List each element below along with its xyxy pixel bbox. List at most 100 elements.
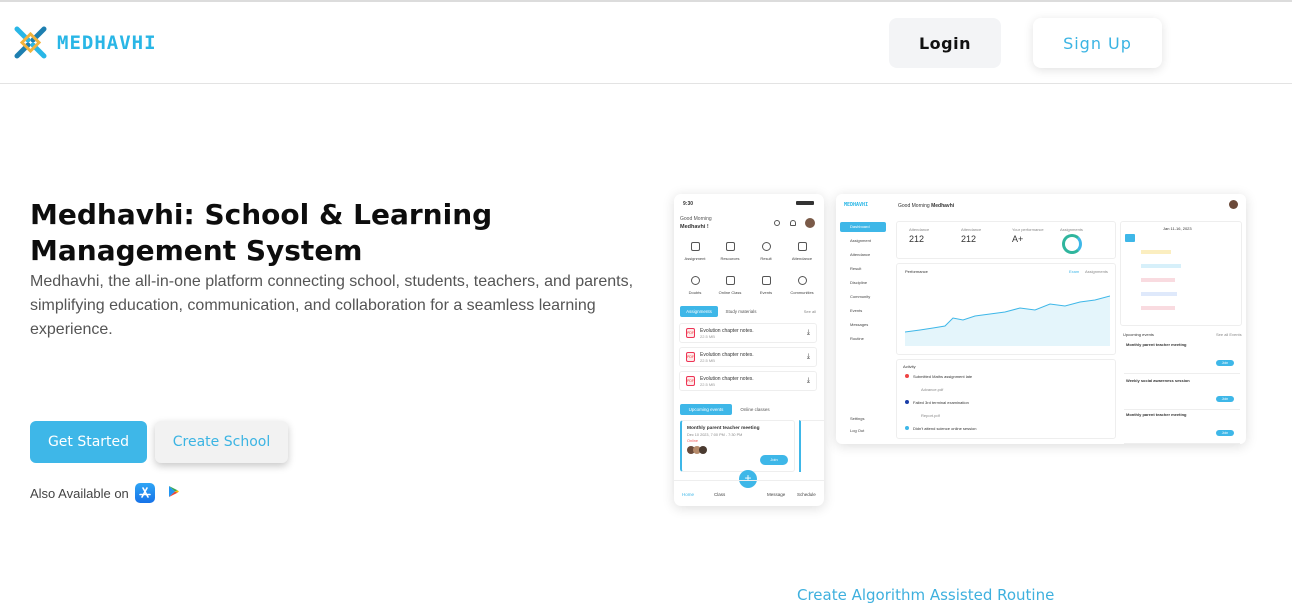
avatar[interactable] [1229,200,1238,209]
sidebar-item-community[interactable]: Community [840,292,886,302]
stat-value: 212 [961,234,977,244]
calendar-entry[interactable] [1141,264,1181,268]
join-button[interactable]: Join [1216,360,1234,366]
calendar-day-selected[interactable] [1125,234,1135,242]
nav-class[interactable]: Class [714,492,725,497]
grid-label: Result [760,256,772,261]
download-icon[interactable]: ⤓ [807,329,810,337]
hero-title: Medhavhi: School & Learning Management S… [30,198,493,267]
search-icon[interactable] [774,220,780,226]
events-icon[interactable] [762,276,771,285]
dashboard-brand: MEDHAVHI [844,202,869,208]
join-button[interactable]: Join [1216,430,1234,436]
list-item[interactable]: PDF Evolution chapter notes. 22.5 MB ⤓ [679,347,817,367]
calendar-card: Jan 11-16, 2023 [1120,221,1242,326]
join-button[interactable]: Join [760,455,788,465]
nav-home[interactable]: Home [682,492,694,497]
play-store-icon[interactable] [167,485,180,501]
download-icon[interactable]: ⤓ [807,353,810,361]
online-class-icon[interactable] [726,276,735,285]
app-store-icon[interactable] [134,483,155,503]
sidebar-item-assignment[interactable]: Assignment [840,236,886,246]
tab-upcoming-events[interactable]: Upcoming events [680,404,732,415]
sidebar-item-dashboard[interactable]: Dashboard [840,222,886,232]
mobile-app-preview: 9:30 Good Morning Medhavhi ! Assignment … [674,194,824,506]
event-mode: Online [687,439,698,443]
join-button[interactable]: Join [1216,396,1234,402]
grid-label: Resources [720,256,740,261]
calendar-entry[interactable] [1141,250,1171,254]
list-item[interactable]: PDF Evolution chapter notes. 22.5 MB ⤓ [679,323,817,343]
see-all-events-link[interactable]: See all Events [1216,332,1242,337]
performance-line-chart [905,295,1110,346]
list-item[interactable]: PDF Evolution chapter notes. 22.5 MB ⤓ [679,371,817,391]
doubts-icon[interactable] [691,276,700,285]
sidebar-item-attendance[interactable]: Attendance [840,250,886,260]
grid-label: Events [759,290,773,295]
available-label: Also Available on [30,485,129,501]
activity-file[interactable]: Advance.pdf [921,387,943,392]
activity-title: Didn't attend science online session [913,426,977,431]
brand-logo[interactable]: MEDHAVHI [14,26,157,59]
event-title: Monthly parent teacher meeting [1126,412,1187,417]
event-item[interactable]: Monthly parent teacher meeting Join [1124,342,1240,374]
status-dot [905,400,909,404]
avatar[interactable] [805,218,815,228]
nav-message[interactable]: Message [767,492,785,497]
tab-online-classes[interactable]: Online classes [734,404,776,415]
grid-label: Assignment [684,256,706,261]
signup-button[interactable]: Sign Up [1033,18,1162,68]
activity-file[interactable]: Report.pdf [921,413,940,418]
file-size: 22.5 MB [700,333,715,339]
event-card-partial [799,420,824,472]
sidebar-item-events[interactable]: Events [840,306,886,316]
assignments-donut [1062,234,1082,254]
brand-name: MEDHAVHI [57,31,157,54]
routine-link[interactable]: Create Algorithm Assisted Routine [797,586,1054,604]
tab-assignments[interactable]: Assignments [680,306,718,317]
assignment-icon[interactable] [691,242,700,251]
stat-value: 212 [909,234,925,244]
calendar-entry[interactable] [1141,292,1177,296]
sidebar-item-messages[interactable]: Messages [840,320,886,330]
grid-label: Communities [790,290,814,295]
tab-study-materials[interactable]: Study materials [720,306,762,317]
calendar-entry[interactable] [1141,278,1175,282]
grid-label: Attendance [791,256,813,261]
phone-time: 9:30 [683,201,694,207]
sidebar-item-routine[interactable]: Routine [840,334,886,344]
stat-label: Attendance [909,227,930,232]
login-button[interactable]: Login [889,18,1001,68]
stat-label: Your performance [1012,227,1044,232]
sidebar-item-settings[interactable]: Settings [840,414,886,424]
grid-label: Online Class [718,290,742,295]
event-item[interactable]: Monthly parent teacher meeting Join [1124,412,1240,444]
pdf-icon: PDF [686,352,695,362]
communities-icon[interactable] [798,276,807,285]
result-icon[interactable] [762,242,771,251]
sidebar-item-logout[interactable]: Log Out [840,426,886,436]
tab-assignments[interactable]: Assignments [1085,269,1108,274]
download-icon[interactable]: ⤓ [807,377,810,385]
grid-label: Doubts [688,290,702,295]
tab-exam[interactable]: Exam [1069,269,1079,274]
attendance-icon[interactable] [798,242,807,251]
performance-card: Performance Exam Assignments [896,263,1116,355]
sidebar-item-discipline[interactable]: Discipline [840,278,886,288]
nav-schedule[interactable]: Schedule [797,492,816,497]
file-name: Evolution chapter notes. [700,351,754,358]
create-school-button[interactable]: Create School [155,421,288,463]
resources-icon[interactable] [726,242,735,251]
web-dashboard-preview: MEDHAVHI Good Morning Medhavhi Dashboard… [836,194,1246,444]
see-all-link[interactable]: See all [804,309,816,314]
event-card[interactable]: Monthly parent teacher meeting Dec 10 20… [680,420,795,472]
get-started-button[interactable]: Get Started [30,421,147,463]
calendar-entry[interactable] [1141,306,1175,310]
status-dot [905,426,909,430]
phone-user: Medhavhi ! [680,224,709,230]
sidebar-item-result[interactable]: Result [840,264,886,274]
event-title: Monthly parent teacher meeting [687,426,760,431]
event-item[interactable]: Weekly social awareness session Join [1124,378,1240,410]
bell-icon[interactable] [790,220,796,226]
status-dot [905,374,909,378]
